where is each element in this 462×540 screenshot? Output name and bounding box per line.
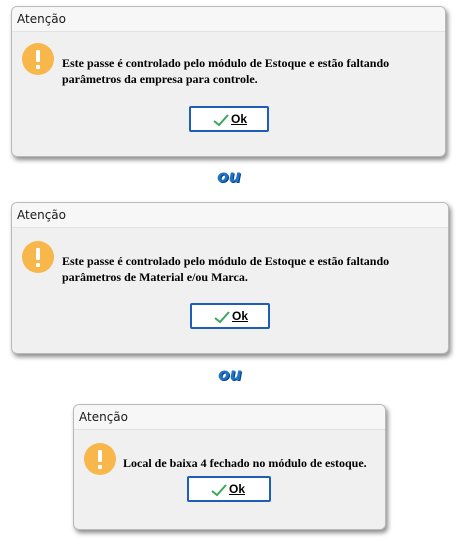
ok-button[interactable]: Ok	[190, 303, 270, 329]
dialog-message: Local de baixa 4 fechado no módulo de es…	[123, 455, 367, 471]
checkmark-icon	[214, 311, 230, 324]
checkmark-icon	[211, 484, 227, 497]
message-line: Este passe é controlado pelo módulo de E…	[62, 56, 390, 70]
dialog-warning-1: Atenção Este passe é controlado pelo mód…	[11, 6, 446, 157]
dialog-title: Atenção	[12, 203, 448, 228]
dialog-warning-2: Atenção Este passe é controlado pelo mód…	[11, 202, 449, 354]
dialog-title: Atenção	[12, 7, 445, 32]
warning-icon	[22, 43, 54, 75]
dialog-warning-3: Atenção Local de baixa 4 fechado no módu…	[73, 404, 386, 530]
ok-label: Ok	[229, 482, 246, 496]
dialog-title: Atenção	[74, 405, 385, 430]
dialog-message: Este passe é controlado pelo módulo de E…	[62, 55, 389, 87]
warning-icon	[84, 443, 116, 475]
message-line: parâmetros de Material e/ou Marca.	[62, 270, 248, 284]
ok-button[interactable]: Ok	[189, 106, 269, 132]
ok-label: Ok	[232, 309, 249, 323]
message-line: parâmetros da empresa para controle.	[62, 72, 258, 86]
message-line: Local de baixa 4 fechado no módulo de es…	[123, 456, 367, 470]
warning-icon	[22, 241, 54, 273]
separator-ou: ou	[217, 167, 241, 187]
checkmark-icon	[213, 114, 229, 127]
message-line: Este passe é controlado pelo módulo de E…	[62, 254, 390, 268]
ok-button[interactable]: Ok	[187, 476, 271, 502]
dialog-message: Este passe é controlado pelo módulo de E…	[62, 253, 389, 285]
separator-ou: ou	[218, 365, 242, 385]
ok-label: Ok	[231, 112, 248, 126]
